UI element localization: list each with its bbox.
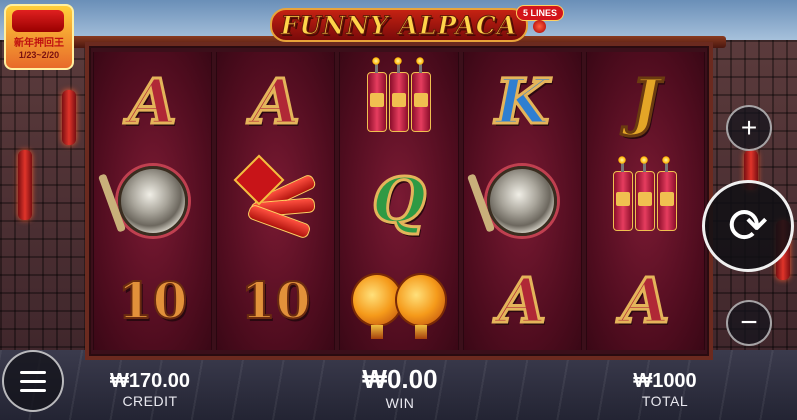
reel-frame: A 10 A 10 Q K A J A [85,42,713,360]
symbol-ten: 10 [221,253,331,348]
promo-event-badge[interactable]: 新年押回王 1/23~2/20 [4,4,74,70]
hamburger-icon-bar [20,370,46,374]
firecracker-stick [367,56,387,132]
reel-2: A 10 [216,52,336,350]
lantern-icon [395,273,447,340]
reel-4: K A [462,52,582,350]
firecracker-stick [635,155,656,231]
decrease-bet-button[interactable]: − [726,300,772,346]
symbol-firecrackers [590,153,700,248]
plus-icon: + [740,112,758,143]
firecrackers-icon [367,56,431,132]
symbol-a: A [221,54,331,149]
gift-box-icon [12,10,64,32]
symbol-a: A [590,253,700,348]
lantern-decoration [62,90,76,145]
promo-title: 新年押回王 [14,38,64,49]
symbol-j: J [590,54,700,149]
hamburger-icon-bar [20,379,46,383]
win-value: ₩0.00 [362,364,438,394]
win-label: WIN [385,395,415,411]
logo-text: FUNNY ALPACA [280,10,518,40]
spin-arrow-icon: ⟳ [727,200,769,253]
minus-icon: − [740,306,758,339]
credit-value: ₩170.00 [109,370,191,392]
symbol-letter: A [127,64,178,140]
symbol-letter: Q [370,163,427,239]
symbol-a: A [467,253,577,348]
symbol-letter: A [250,64,301,140]
gong-icon [487,165,558,236]
symbol-letter: J [629,64,661,140]
reels-grid: A 10 A 10 Q K A J A [93,52,706,350]
lantern-decoration [18,150,32,220]
firecracker-bundle-icon [231,154,321,240]
symbol-letter: K [494,64,551,140]
firecracker-stick [389,56,409,132]
symbol-a: A [98,54,208,149]
symbol-ten: 10 [98,253,208,348]
symbol-lanterns [344,253,454,348]
spin-button[interactable]: ⟳ [702,180,794,272]
symbol-firecrackers [344,54,454,149]
win-display: ₩0.00 WIN [345,364,455,411]
reel-5: J A [585,52,706,350]
symbol-k: K [467,54,577,149]
credit-label: CREDIT [122,393,178,409]
symbol-firecracker-bundle [221,153,331,248]
firecracker-stick [613,155,634,231]
symbol-gong [467,153,577,248]
symbol-letter: A [620,262,671,338]
hamburger-icon-bar [20,388,46,392]
menu-button[interactable] [2,350,64,412]
reel-3: Q [339,52,459,350]
promo-date: 1/23~2/20 [18,50,60,60]
lantern-icon [533,20,546,33]
total-value: ₩1000 [633,370,697,392]
game-logo: FUNNY ALPACA [260,4,538,46]
credit-display: ₩170.00 CREDIT [95,370,205,409]
total-label: TOTAL [641,393,689,409]
increase-bet-button[interactable]: + [726,105,772,151]
firecracker-stick [657,155,678,231]
firecrackers-icon [613,155,678,231]
reel-1: A 10 [93,52,213,350]
symbol-letter: A [497,262,548,338]
firecracker-stick [411,56,431,132]
gong-icon [117,165,188,236]
symbol-q: Q [344,153,454,248]
symbol-gong [97,153,208,248]
symbol-number: 10 [240,270,312,331]
total-bet-display[interactable]: ₩1000 TOTAL [610,370,720,409]
lines-badge: 5 LINES [516,5,565,21]
lanterns-icon [351,273,447,340]
symbol-number: 10 [117,270,189,331]
